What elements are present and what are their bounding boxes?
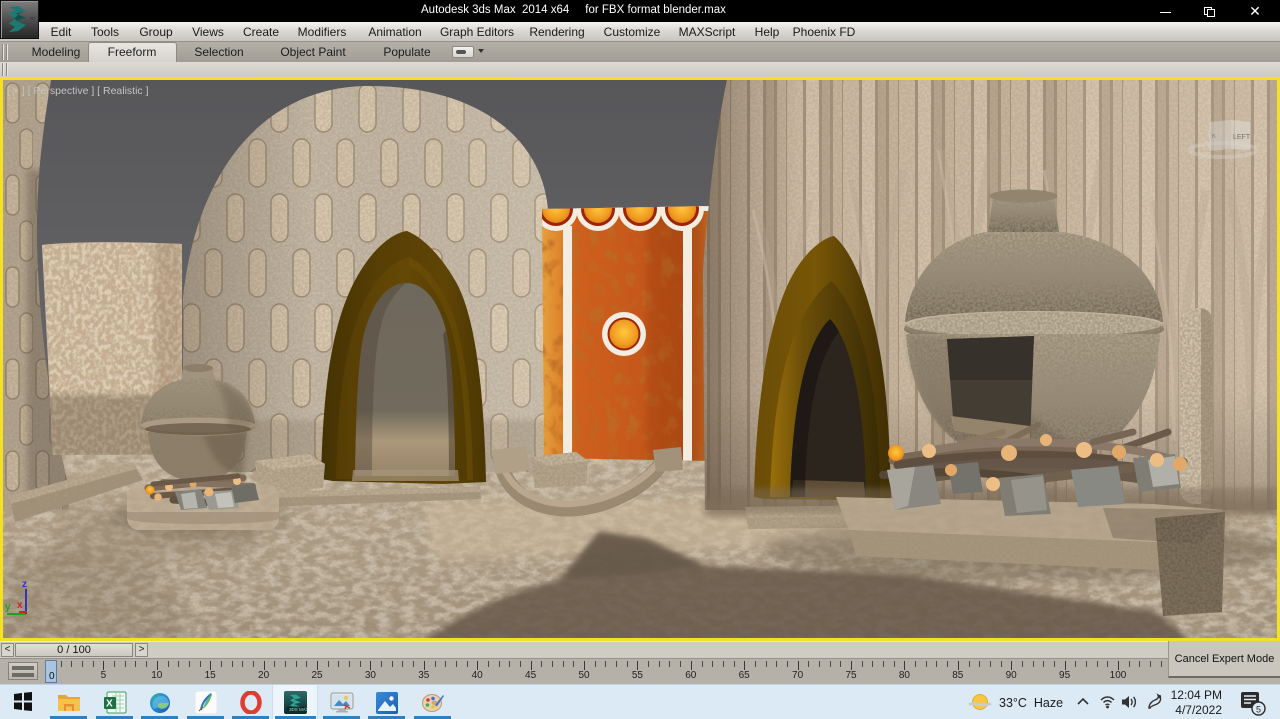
svg-text:5: 5: [1256, 705, 1261, 715]
svg-text:y: y: [5, 602, 11, 613]
svg-text:K: K: [1212, 134, 1216, 140]
svg-text:LEFT: LEFT: [1233, 134, 1251, 141]
svg-text:[ + ] [ Perspective ] [ Realis: [ + ] [ Perspective ] [ Realistic ]: [7, 85, 149, 97]
svg-text:x: x: [17, 600, 23, 611]
svg-text:X: X: [106, 699, 113, 710]
svg-text:z: z: [22, 579, 27, 590]
svg-text:3DS MAX: 3DS MAX: [289, 707, 307, 712]
